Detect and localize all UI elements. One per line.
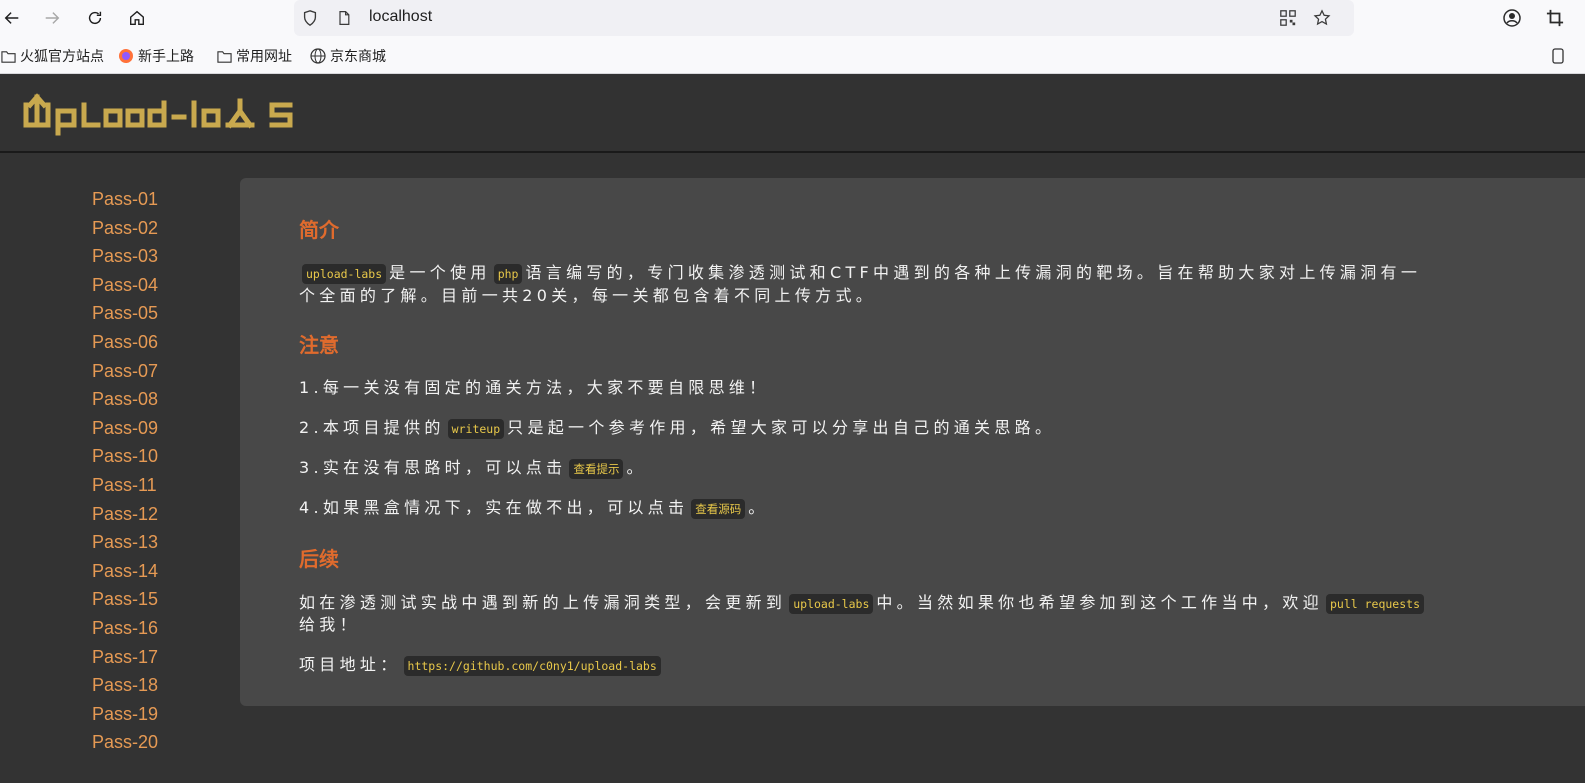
sidebar-item-pass-14[interactable]: Pass-14 — [92, 561, 158, 582]
sidebar-item-pass-12[interactable]: Pass-12 — [92, 504, 158, 525]
sidebar-item-pass-10[interactable]: Pass-10 — [92, 446, 158, 467]
sidebar-item-pass-02[interactable]: Pass-02 — [92, 218, 158, 239]
intro-line-1: upload-labs 是一个使用 php 语言编写的，专门收集渗透测试和CTF中遇到… — [299, 261, 1421, 284]
followup-heading: 后续 — [299, 547, 339, 571]
note-4: 4.如果黑盒情况下，实在做不出，可以点击 查看源码。 — [299, 498, 769, 519]
sidebar-item-pass-03[interactable]: Pass-03 — [92, 246, 158, 267]
sidebar-item-pass-20[interactable]: Pass-20 — [92, 732, 158, 753]
upload-labs-logo[interactable] — [22, 89, 302, 139]
followup-line-2: 给我！ — [299, 615, 360, 634]
sidebar-item-pass-08[interactable]: Pass-08 — [92, 389, 158, 410]
folder-icon — [0, 48, 16, 64]
sidebar-item-pass-16[interactable]: Pass-16 — [92, 618, 158, 639]
code-pull-requests: pull requests — [1325, 593, 1424, 614]
bookmark-getting-started[interactable]: 新手上路 — [118, 46, 194, 66]
sidebar-nav: Pass-01 Pass-02 Pass-03 Pass-04 Pass-05 Pass-… — [0, 155, 240, 783]
project-address: 项目地址： https://github.com/c0ny1/upload-lab… — [299, 653, 664, 676]
content-panel: 简介 upload-labs 是一个使用 php 语言编写的，专门收集渗透测试和CTF… — [240, 178, 1585, 706]
mobile-bookmarks-icon[interactable] — [1550, 46, 1570, 66]
sidebar-item-pass-04[interactable]: Pass-04 — [92, 275, 158, 296]
intro-heading: 简介 — [299, 218, 339, 242]
browser-toolbar: localhost — [0, 0, 1585, 36]
code-php: php — [493, 263, 523, 284]
sidebar-item-pass-18[interactable]: Pass-18 — [92, 675, 158, 696]
reload-icon[interactable] — [83, 6, 107, 30]
view-hint-link[interactable]: 查看提示 — [569, 458, 624, 479]
shield-icon[interactable] — [300, 8, 320, 28]
qr-code-icon[interactable] — [1278, 8, 1298, 28]
code-upload-labs: upload-labs — [302, 263, 387, 284]
bookmark-jd-mall[interactable]: 京东商城 — [310, 46, 386, 66]
notes-heading: 注意 — [299, 333, 339, 357]
bookmark-firefox-official[interactable]: 火狐官方站点 — [0, 46, 104, 66]
sidebar-item-pass-15[interactable]: Pass-15 — [92, 589, 158, 610]
sidebar-item-pass-13[interactable]: Pass-13 — [92, 532, 158, 553]
back-icon[interactable] — [0, 6, 24, 30]
sidebar-item-pass-19[interactable]: Pass-19 — [92, 704, 158, 725]
note-2: 2.本项目提供的 writeup 只是起一个参考作用，希望大家可以分享出自己的通关思… — [299, 418, 1056, 439]
sidebar-item-pass-17[interactable]: Pass-17 — [92, 647, 158, 668]
url-bar[interactable]: localhost — [294, 0, 1354, 36]
code-writeup: writeup — [447, 418, 505, 439]
page-icon — [334, 8, 354, 28]
globe-icon — [310, 48, 326, 64]
intro-line-2: 个全面的了解。目前一共20关，每一关都包含着不同上传方式。 — [299, 286, 877, 305]
sidebar-item-pass-09[interactable]: Pass-09 — [92, 418, 158, 439]
site-header — [0, 75, 1585, 153]
star-icon[interactable] — [1312, 8, 1332, 28]
followup-line-1: 如在渗透测试实战中遇到新的上传漏洞类型，会更新到 upload-labs 中。当然如… — [299, 591, 1427, 614]
sidebar-item-pass-11[interactable]: Pass-11 — [92, 475, 157, 496]
sidebar-item-pass-07[interactable]: Pass-07 — [92, 361, 158, 382]
firefox-icon — [118, 48, 134, 64]
sidebar-item-pass-01[interactable]: Pass-01 — [92, 189, 158, 210]
code-upload-labs-2: upload-labs — [789, 593, 874, 614]
home-icon[interactable] — [125, 6, 149, 30]
forward-icon[interactable] — [40, 6, 64, 30]
note-3: 3.实在没有思路时，可以点击 查看提示。 — [299, 458, 647, 479]
sidebar-item-pass-05[interactable]: Pass-05 — [92, 303, 158, 324]
github-link[interactable]: https://github.com/c0ny1/upload-labs — [403, 655, 661, 676]
bookmarks-bar: 火狐官方站点 新手上路 常用网址 京东商城 — [0, 36, 1585, 74]
note-1: 1.每一关没有固定的通关方法，大家不要自限思维！ — [299, 378, 770, 397]
account-icon[interactable] — [1500, 6, 1524, 30]
url-text[interactable]: localhost — [369, 8, 432, 26]
bookmark-common-sites[interactable]: 常用网址 — [216, 46, 292, 66]
view-source-link[interactable]: 查看源码 — [691, 498, 746, 519]
sidebar-item-pass-06[interactable]: Pass-06 — [92, 332, 158, 353]
folder-icon — [216, 48, 232, 64]
crop-icon[interactable] — [1543, 6, 1567, 30]
